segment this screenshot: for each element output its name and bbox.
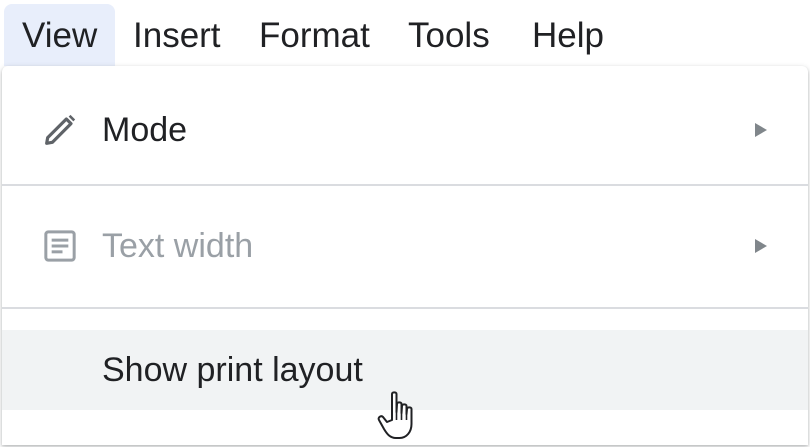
menu-format[interactable]: Format [241,4,388,66]
menu-item-label: Mode [102,111,188,149]
menu-divider [2,184,808,186]
menu-item-text-width[interactable]: Text width [2,200,808,296]
document-lines-icon [40,226,80,266]
pencil-icon [40,110,80,150]
menu-item-label: Show print layout [102,351,363,389]
pointer-hand-icon [376,390,420,442]
menu-bar: View Insert Format Tools Help [0,0,810,68]
menu-view[interactable]: View [4,4,116,66]
submenu-arrow-icon [754,122,768,138]
menu-divider [2,307,808,309]
menu-item-mode[interactable]: Mode [2,84,808,180]
menu-insert[interactable]: Insert [115,4,239,66]
submenu-arrow-icon [754,238,768,254]
menu-help[interactable]: Help [514,4,622,66]
menu-item-label: Text width [102,227,254,265]
view-menu-dropdown: Mode Text width Show print layout [2,66,808,445]
menu-tools[interactable]: Tools [390,4,508,66]
